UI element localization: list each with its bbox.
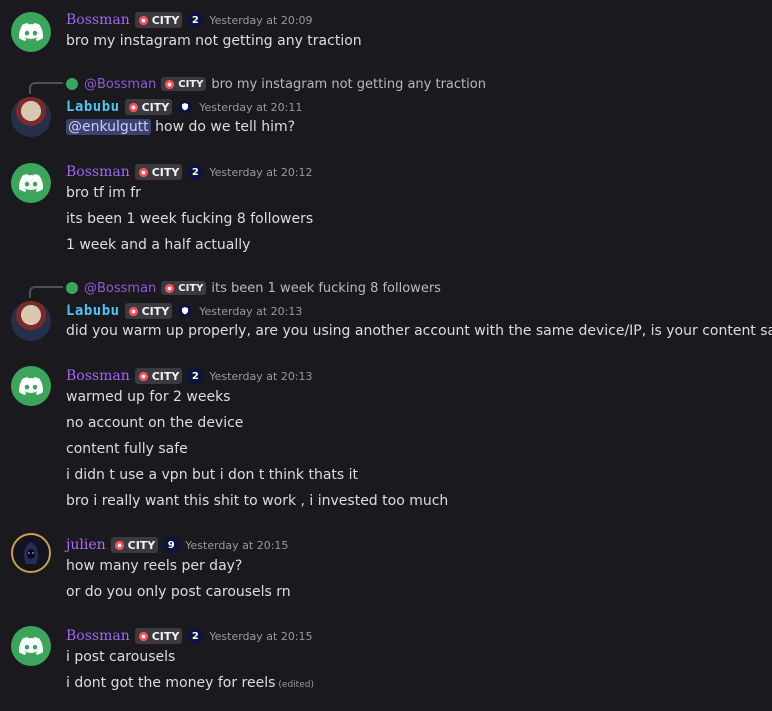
timestamp[interactable]: Yesterday at 20:11 bbox=[199, 101, 302, 114]
message-text: warmed up for 2 weeks bbox=[66, 389, 231, 405]
tag-label: CITY bbox=[127, 538, 156, 552]
reply-author[interactable]: @Bossman bbox=[84, 281, 156, 296]
user-mention[interactable]: @enkulgutt bbox=[66, 119, 151, 135]
reply-avatar-icon bbox=[66, 78, 78, 90]
shield-icon[interactable] bbox=[177, 99, 193, 115]
reply-preview[interactable]: @Bossman CITY its been 1 week fucking 8 … bbox=[66, 279, 441, 297]
reply-avatar-icon bbox=[66, 282, 78, 294]
timestamp[interactable]: Yesterday at 20:09 bbox=[209, 14, 312, 27]
timestamp[interactable]: Yesterday at 20:15 bbox=[185, 539, 288, 552]
avatar[interactable] bbox=[11, 97, 51, 137]
avatar[interactable] bbox=[11, 626, 51, 666]
reply-spine bbox=[29, 286, 63, 298]
message-text: bro tf im fr bbox=[66, 185, 141, 201]
username[interactable]: Bossman bbox=[66, 12, 130, 28]
message-text: i post carousels bbox=[66, 649, 176, 665]
message-text: no account on the device bbox=[66, 415, 244, 431]
message-text: did you warm up properly, are you using … bbox=[66, 323, 772, 339]
discord-logo-icon bbox=[19, 637, 43, 655]
username[interactable]: julien bbox=[66, 537, 106, 553]
discord-logo-icon bbox=[19, 23, 43, 41]
reply-text: its been 1 week fucking 8 followers bbox=[211, 280, 441, 296]
city-tag[interactable]: CITY bbox=[134, 164, 183, 180]
username[interactable]: Labubu bbox=[66, 99, 120, 115]
city-flower-icon bbox=[165, 283, 175, 293]
level-badge[interactable]: 2 bbox=[187, 164, 204, 180]
tag-label: CITY bbox=[178, 78, 204, 90]
discord-logo-icon bbox=[19, 174, 43, 192]
shield-icon[interactable] bbox=[177, 303, 193, 319]
tag-label: CITY bbox=[151, 13, 180, 27]
edited-label: (edited) bbox=[278, 680, 314, 690]
timestamp[interactable]: Yesterday at 20:15 bbox=[209, 630, 312, 643]
city-tag[interactable]: CITY bbox=[134, 628, 183, 644]
tag-label: CITY bbox=[141, 100, 170, 114]
message-text: bro i really want this shit to work , i … bbox=[66, 493, 449, 509]
timestamp[interactable]: Yesterday at 20:12 bbox=[209, 166, 312, 179]
tag-label: CITY bbox=[151, 165, 180, 179]
city-flower-icon bbox=[128, 102, 138, 112]
city-tag: CITY bbox=[161, 281, 207, 295]
tag-label: CITY bbox=[151, 629, 180, 643]
avatar[interactable] bbox=[11, 12, 51, 52]
timestamp[interactable]: Yesterday at 20:13 bbox=[199, 305, 302, 318]
reply-spine bbox=[29, 82, 63, 94]
timestamp[interactable]: Yesterday at 20:13 bbox=[209, 370, 312, 383]
message-text: 1 week and a half actually bbox=[66, 237, 251, 253]
city-tag[interactable]: CITY bbox=[124, 303, 173, 319]
username[interactable]: Bossman bbox=[66, 164, 130, 180]
city-flower-icon bbox=[114, 540, 124, 550]
message-text: its been 1 week fucking 8 followers bbox=[66, 211, 314, 227]
message-text: i dont got the money for reels bbox=[66, 675, 276, 691]
city-flower-icon bbox=[138, 167, 148, 177]
city-flower-icon bbox=[128, 306, 138, 316]
message-text: content fully safe bbox=[66, 441, 188, 457]
avatar[interactable] bbox=[11, 163, 51, 203]
city-tag[interactable]: CITY bbox=[134, 368, 183, 384]
avatar[interactable] bbox=[11, 533, 51, 573]
level-badge[interactable]: 2 bbox=[187, 368, 204, 384]
tag-label: CITY bbox=[151, 369, 180, 383]
city-tag: CITY bbox=[161, 77, 207, 91]
message-text: i didn t use a vpn but i don t think tha… bbox=[66, 467, 359, 483]
username[interactable]: Labubu bbox=[66, 303, 120, 319]
message-text: bro my instagram not getting any tractio… bbox=[66, 33, 362, 49]
hooded-figure-icon bbox=[24, 542, 38, 564]
reply-author[interactable]: @Bossman bbox=[84, 77, 156, 92]
city-flower-icon bbox=[165, 79, 175, 89]
city-flower-icon bbox=[138, 371, 148, 381]
username[interactable]: Bossman bbox=[66, 628, 130, 644]
city-tag[interactable]: CITY bbox=[134, 12, 183, 28]
level-badge[interactable]: 2 bbox=[187, 628, 204, 644]
tag-label: CITY bbox=[178, 282, 204, 294]
reply-text: bro my instagram not getting any tractio… bbox=[211, 76, 486, 92]
city-flower-icon bbox=[138, 631, 148, 641]
tag-label: CITY bbox=[141, 304, 170, 318]
level-badge[interactable]: 9 bbox=[163, 537, 180, 553]
level-badge[interactable]: 2 bbox=[187, 12, 204, 28]
city-tag[interactable]: CITY bbox=[110, 537, 159, 553]
city-tag[interactable]: CITY bbox=[124, 99, 173, 115]
avatar[interactable] bbox=[11, 301, 51, 341]
message-text: or do you only post carousels rn bbox=[66, 584, 291, 600]
message-text: how many reels per day? bbox=[66, 558, 243, 574]
reply-preview[interactable]: @Bossman CITY bro my instagram not getti… bbox=[66, 75, 486, 93]
discord-logo-icon bbox=[19, 377, 43, 395]
message-text: how do we tell him? bbox=[155, 119, 296, 135]
avatar[interactable] bbox=[11, 366, 51, 406]
username[interactable]: Bossman bbox=[66, 368, 130, 384]
city-flower-icon bbox=[138, 15, 148, 25]
